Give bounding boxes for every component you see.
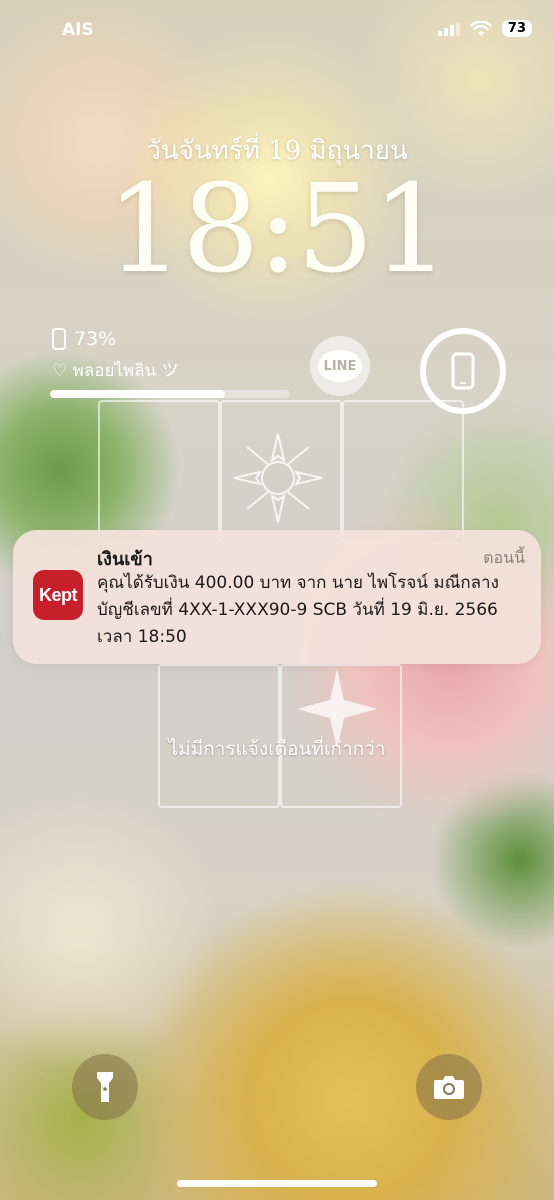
line-icon: LINE	[318, 350, 362, 382]
tarot-card-decoration	[98, 400, 220, 544]
phone-icon	[451, 352, 475, 390]
flashlight-button[interactable]	[72, 1054, 138, 1120]
battery-indicator: 73	[501, 20, 532, 37]
phone-battery-widget[interactable]	[420, 328, 506, 414]
battery-level-bar-fill	[50, 390, 226, 398]
kept-app-icon-label: Kept	[39, 584, 78, 605]
camera-button[interactable]	[416, 1054, 482, 1120]
wifi-icon	[470, 20, 492, 36]
notification-card[interactable]: Kept เงินเข้า ตอนนี้ คุณได้รับเงิน 400.0…	[13, 530, 541, 664]
carrier-label: AIS	[62, 20, 94, 40]
battery-widget-percent: 73%	[74, 328, 117, 350]
line-app-widget[interactable]: LINE	[310, 336, 370, 396]
notification-body: คุณได้รับเงิน 400.00 บาท จาก นาย ไพโรจน์…	[97, 573, 499, 647]
sun-decoration	[233, 433, 323, 523]
kept-app-icon: Kept	[33, 570, 83, 620]
tarot-card-decoration	[342, 400, 464, 544]
clock-time[interactable]: 18:51	[0, 168, 554, 290]
status-icons: 73	[437, 20, 532, 37]
lock-screen: AIS 73 วันจันทร์ที่ 19 มิถุนายน 18:51 73…	[0, 0, 554, 1200]
custom-note-widget[interactable]: ♡ พลอยไพลิน ツ	[52, 356, 179, 384]
battery-widget[interactable]: 73%	[52, 328, 116, 350]
battery-level-bar	[50, 390, 290, 398]
no-older-notifications-label: ไม่มีการแจ้งเตือนที่เก่ากว่า	[168, 738, 386, 760]
phone-battery-icon	[52, 328, 66, 350]
camera-icon	[434, 1076, 464, 1099]
notification-title: เงินเข้า	[97, 549, 153, 570]
notification-time: ตอนนี้	[483, 548, 525, 567]
signal-icon	[437, 21, 460, 36]
home-indicator[interactable]	[177, 1180, 377, 1187]
flashlight-icon	[97, 1072, 113, 1102]
